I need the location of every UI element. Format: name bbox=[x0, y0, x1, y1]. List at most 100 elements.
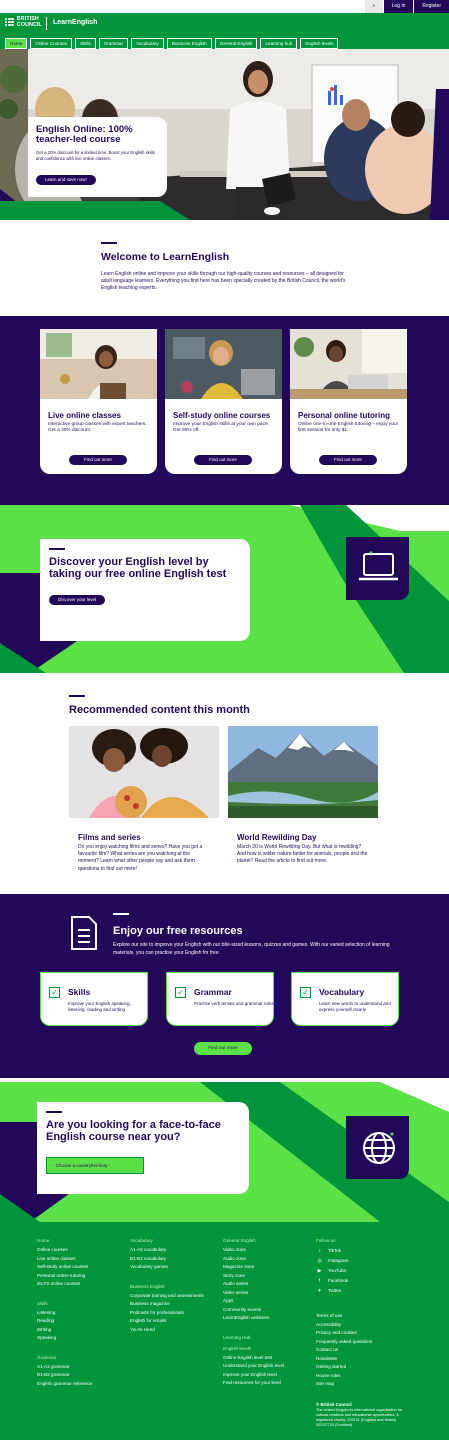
nav-item-general-english[interactable]: General English bbox=[214, 38, 258, 49]
footer-link[interactable]: Terms of use bbox=[316, 1312, 406, 1321]
footer-heading[interactable]: Home bbox=[37, 1238, 127, 1243]
footer-link[interactable]: IELTS online courses bbox=[37, 1280, 127, 1289]
footer-link[interactable]: Contact us bbox=[316, 1346, 406, 1355]
recommended-title: Recommended content this month bbox=[69, 704, 250, 716]
course-card-tutoring[interactable]: Personal online tutoring Online one-to-o… bbox=[290, 329, 407, 474]
footer-link[interactable]: Video zone bbox=[223, 1246, 313, 1255]
footer-link[interactable]: Find resources for your level bbox=[223, 1379, 313, 1388]
course-card-live-classes[interactable]: Live online classes Interactive group cl… bbox=[40, 329, 157, 474]
globe-icon bbox=[363, 1132, 395, 1164]
live-classes-photo bbox=[40, 329, 157, 399]
footer-link[interactable]: Community events bbox=[223, 1306, 313, 1315]
footer-link[interactable]: Story zone bbox=[223, 1272, 313, 1281]
footer-link[interactable]: LearnEnglish webinars bbox=[223, 1314, 313, 1323]
footer-link[interactable]: Online English level test bbox=[223, 1354, 313, 1363]
footer-link[interactable]: Site map bbox=[316, 1380, 406, 1389]
footer-link[interactable]: Live online classes bbox=[37, 1255, 127, 1264]
footer-link[interactable]: You're Hired bbox=[130, 1326, 220, 1335]
find-out-more-button[interactable]: Find out more bbox=[69, 455, 127, 465]
footer-link[interactable]: Improve your English level bbox=[223, 1371, 313, 1380]
find-out-more-button[interactable]: Find out more bbox=[319, 455, 377, 465]
social-link-instagram[interactable]: ◎ Instagram bbox=[316, 1256, 406, 1266]
recommended-section: Recommended content this month bbox=[69, 695, 250, 716]
footer-link[interactable]: Business magazine bbox=[130, 1300, 220, 1309]
nav-item-grammar[interactable]: Grammar bbox=[98, 38, 129, 49]
nav-item-business-english[interactable]: Business English bbox=[166, 38, 212, 49]
footer-link[interactable]: Magazine zone bbox=[223, 1263, 313, 1272]
resources-text: Explore our site to improve your English… bbox=[113, 942, 390, 956]
footer-link[interactable]: Understand your English level bbox=[223, 1362, 313, 1371]
footer-link[interactable]: English for emails bbox=[130, 1317, 220, 1326]
films-series-photo bbox=[69, 726, 219, 818]
learn-and-save-button[interactable]: Learn and save now! bbox=[36, 175, 96, 186]
social-link-tiktok[interactable]: ♪ TikTok bbox=[316, 1246, 406, 1256]
nav-item-online-courses[interactable]: Online Courses bbox=[30, 38, 72, 49]
footer-link[interactable]: Listening bbox=[37, 1309, 127, 1318]
footer-heading[interactable]: Skills bbox=[37, 1301, 127, 1306]
instagram-icon: ◎ bbox=[317, 1258, 322, 1264]
social-link-facebook[interactable]: f Facebook bbox=[316, 1276, 406, 1286]
tutoring-photo bbox=[290, 329, 407, 399]
footer-heading[interactable]: General English bbox=[223, 1238, 313, 1243]
social-link-twitter[interactable]: ✦ Twitter bbox=[316, 1286, 406, 1296]
footer-link[interactable]: Personal online tutoring bbox=[37, 1272, 127, 1281]
footer-heading[interactable]: Learning Hub bbox=[223, 1335, 313, 1340]
footer-link[interactable]: B1-B2 vocabulary bbox=[130, 1255, 220, 1264]
footer-link[interactable]: Reading bbox=[37, 1317, 127, 1326]
footer-heading[interactable]: Grammar bbox=[37, 1355, 127, 1360]
recommended-item-rewilding[interactable]: World Rewilding Day March 20 is World Re… bbox=[228, 726, 378, 866]
footer-link[interactable]: Accessibility bbox=[316, 1321, 406, 1330]
recommended-item-films[interactable]: Films and series Do you enjoy watching f… bbox=[69, 726, 219, 873]
nav-item-english-levels[interactable]: English levels bbox=[300, 38, 339, 49]
footer-link[interactable]: Getting started bbox=[316, 1363, 406, 1372]
nav-item-home[interactable]: Home bbox=[5, 38, 28, 49]
logo-dots-icon bbox=[5, 17, 14, 27]
footer-link[interactable]: Frequently asked questions bbox=[316, 1338, 406, 1347]
footer-link[interactable]: Self-study online courses bbox=[37, 1263, 127, 1272]
footer-heading[interactable]: Business English bbox=[130, 1284, 220, 1289]
find-out-more-button[interactable]: Find out more bbox=[194, 455, 252, 465]
login-button[interactable]: Log in bbox=[383, 0, 414, 13]
resources-find-out-more-button[interactable]: Find out more bbox=[194, 1042, 252, 1055]
footer-link[interactable]: House rules bbox=[316, 1372, 406, 1381]
footer-link[interactable]: Online courses bbox=[37, 1246, 127, 1255]
footer-heading[interactable]: Vocabulary bbox=[130, 1238, 220, 1243]
footer-link[interactable]: Corporate training and assessments bbox=[130, 1292, 220, 1301]
footer-link[interactable]: Speaking bbox=[37, 1334, 127, 1343]
resource-card-vocabulary[interactable]: ✓ Vocabulary Learn new words to understa… bbox=[291, 972, 399, 1026]
resources-title: Enjoy our free resources bbox=[113, 925, 243, 937]
face-to-face-card: Are you looking for a face-to-face Engli… bbox=[37, 1102, 249, 1194]
footer-link[interactable]: A1-A2 grammar bbox=[37, 1363, 127, 1372]
resource-card-skills[interactable]: ✓ Skills Improve your English speaking, … bbox=[40, 972, 148, 1026]
footer-link[interactable]: Audio zone bbox=[223, 1255, 313, 1264]
footer-link[interactable]: Writing bbox=[37, 1326, 127, 1335]
nav-item-skills[interactable]: Skills bbox=[74, 38, 96, 49]
card-title: Live online classes bbox=[48, 411, 121, 420]
recommended-item-text: Do you enjoy watching films and series? … bbox=[78, 844, 203, 872]
discover-your-level-button[interactable]: Discover your level bbox=[49, 595, 106, 605]
search-button[interactable]: ⌕ bbox=[364, 0, 383, 13]
heading-accent-bar bbox=[113, 913, 129, 915]
nav-item-learning-hub[interactable]: Learning hub bbox=[260, 38, 298, 49]
nav-item-vocabulary[interactable]: Vocabulary bbox=[131, 38, 164, 49]
footer-link[interactable]: Audio series bbox=[223, 1280, 313, 1289]
footer-link[interactable]: Apps bbox=[223, 1297, 313, 1306]
discover-title: Discover your English level by taking ou… bbox=[49, 556, 227, 580]
footer-link[interactable]: Privacy and cookies bbox=[316, 1329, 406, 1338]
course-card-self-study[interactable]: Self-study online courses Improve your E… bbox=[165, 329, 282, 474]
country-select[interactable]: - Choose a country/territory - bbox=[46, 1157, 144, 1174]
register-button[interactable]: Register bbox=[414, 0, 449, 13]
footer-link[interactable]: English grammar reference bbox=[37, 1380, 127, 1389]
footer-link[interactable]: B1-B2 grammar bbox=[37, 1371, 127, 1380]
british-council-logo[interactable]: BRITISH COUNCIL bbox=[5, 16, 42, 28]
footer-heading[interactable]: English levels bbox=[223, 1346, 313, 1351]
resource-card-grammar[interactable]: ✓ Grammar Practise verb tenses and gramm… bbox=[166, 972, 274, 1026]
footer-heading: Follow us bbox=[316, 1238, 336, 1243]
footer-link[interactable]: A1-A2 vocabulary bbox=[130, 1246, 220, 1255]
footer-link[interactable]: Newsletter bbox=[316, 1355, 406, 1364]
footer-link[interactable]: Podcasts for professionals bbox=[130, 1309, 220, 1318]
social-link-youtube[interactable]: ▶ YouTube bbox=[316, 1266, 406, 1276]
footer-link[interactable]: Vocabulary games bbox=[130, 1263, 220, 1272]
footer-link[interactable]: Video series bbox=[223, 1289, 313, 1298]
site-name[interactable]: LearnEnglish bbox=[53, 19, 97, 26]
